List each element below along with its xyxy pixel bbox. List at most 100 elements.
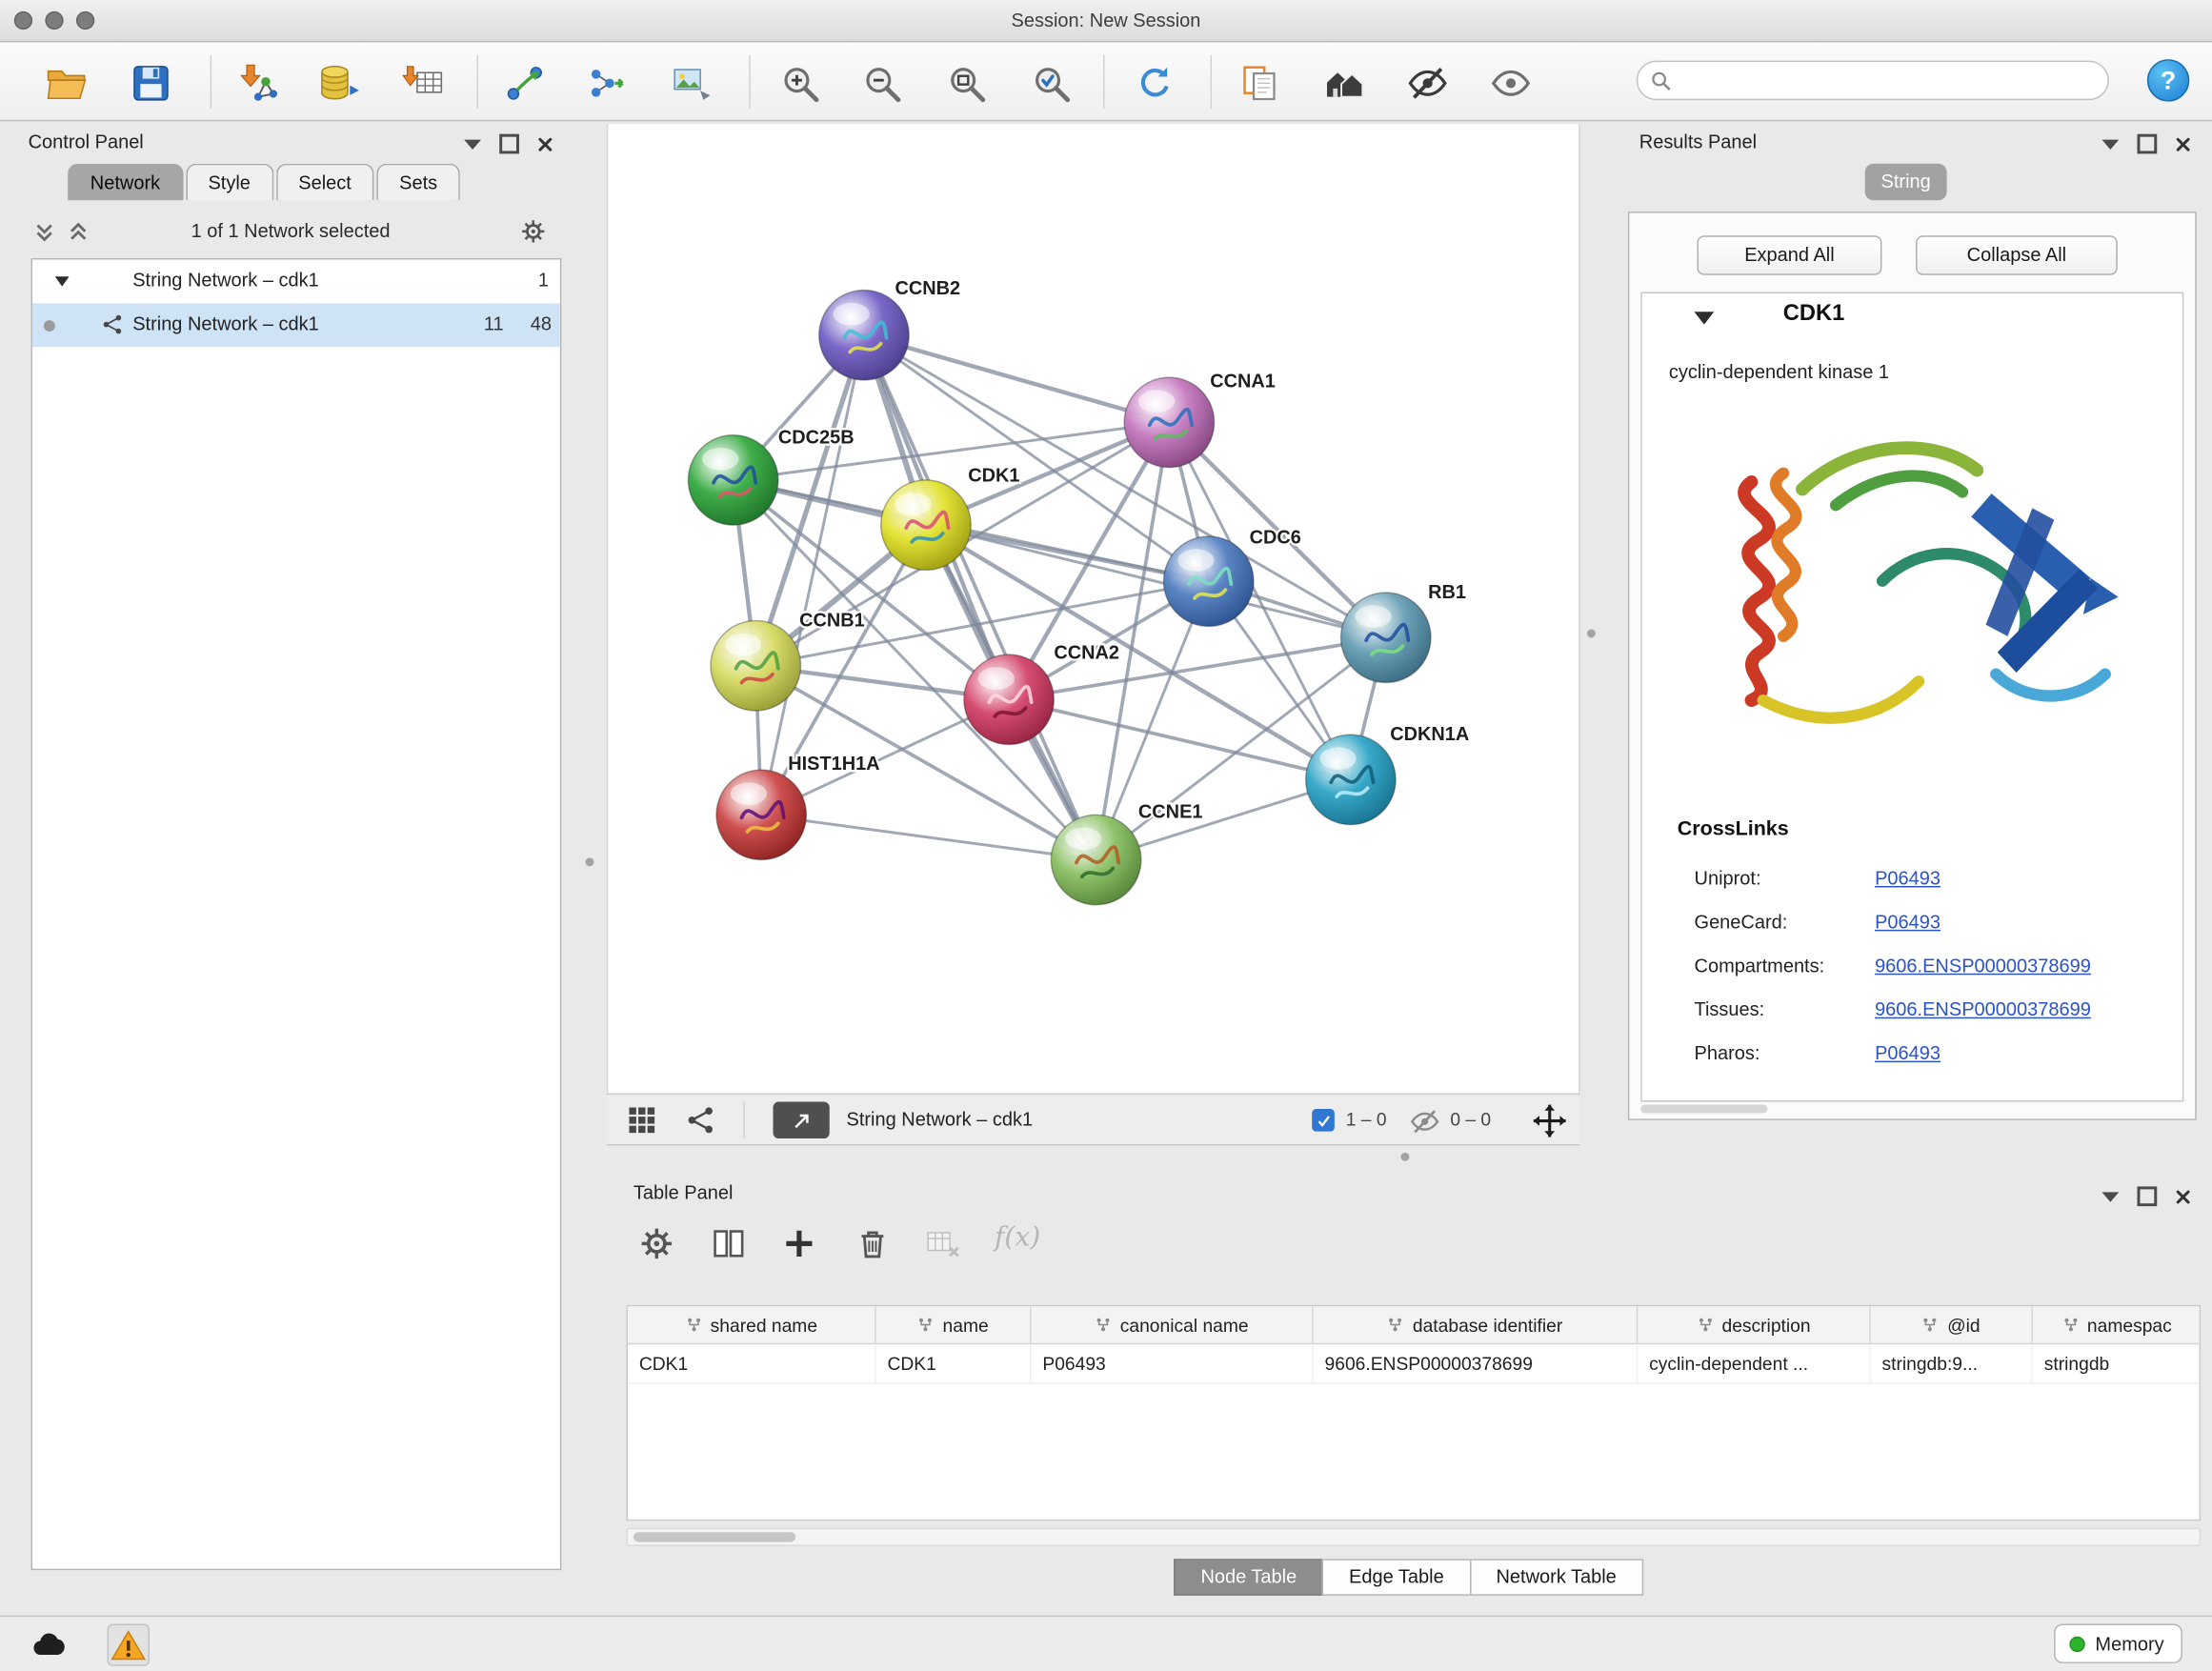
zoom-out-button[interactable] — [857, 59, 905, 107]
table-settings-gear-button[interactable] — [637, 1221, 679, 1263]
network-node-CCNB1[interactable] — [711, 621, 801, 712]
right-splitter-grip[interactable] — [1587, 629, 1596, 637]
crosslink-link[interactable]: P06493 — [1875, 912, 1941, 933]
table-hscrollbar[interactable] — [627, 1528, 2202, 1546]
network-edge[interactable] — [761, 815, 1096, 859]
crosslink-row: Uniprot:P06493 — [1642, 857, 2182, 901]
open-in-browser-button[interactable] — [774, 1102, 830, 1139]
graph-view-icon[interactable] — [686, 1105, 717, 1137]
network-options-gear-icon[interactable] — [519, 217, 548, 246]
tab-node-table[interactable]: Node Table — [1174, 1559, 1323, 1596]
crosslink-link[interactable]: 9606.ENSP00000378699 — [1875, 956, 2091, 976]
column-header-shared-name[interactable]: shared name — [628, 1306, 876, 1343]
pan-move-icon[interactable] — [1531, 1102, 1569, 1140]
results-scrollbar[interactable] — [1640, 1105, 1767, 1114]
panel-menu-icon[interactable] — [2101, 139, 2119, 149]
import-network-file-button[interactable] — [234, 59, 282, 107]
crosslink-link[interactable]: 9606.ENSP00000378699 — [1875, 998, 2091, 1019]
cloud-button[interactable] — [29, 1623, 70, 1665]
section-collapse-icon[interactable] — [1695, 312, 1715, 324]
home-button[interactable] — [1320, 59, 1368, 107]
tab-style[interactable]: Style — [186, 164, 273, 201]
save-session-button[interactable] — [127, 59, 174, 107]
delete-column-button[interactable] — [854, 1221, 895, 1263]
network-edge[interactable] — [761, 335, 864, 815]
network-node-HIST1H1A[interactable] — [716, 770, 807, 860]
expand-all-button[interactable]: Expand All — [1697, 235, 1881, 274]
column-header-database-identifier[interactable]: database identifier — [1314, 1306, 1639, 1343]
float-panel-icon[interactable] — [2138, 134, 2158, 154]
crosslink-link[interactable]: P06493 — [1875, 1042, 1941, 1063]
apply-layout-button[interactable] — [1132, 59, 1179, 107]
column-header-canonical-name[interactable]: canonical name — [1032, 1306, 1314, 1343]
import-table-button[interactable] — [399, 59, 447, 107]
column-header-@id[interactable]: @id — [1871, 1306, 2033, 1343]
table-row[interactable]: CDK1CDK1P064939606.ENSP00000378699cyclin… — [628, 1344, 2200, 1383]
add-column-button[interactable] — [780, 1221, 822, 1263]
delete-table-button-disabled[interactable] — [924, 1221, 966, 1263]
zoom-selected-button[interactable] — [1027, 59, 1075, 107]
selection-checkbox[interactable] — [1312, 1109, 1335, 1132]
panel-menu-icon[interactable] — [464, 139, 481, 149]
help-button[interactable]: ? — [2147, 59, 2189, 101]
show-columns-button[interactable] — [710, 1221, 752, 1263]
tab-string[interactable]: String — [1865, 164, 1947, 201]
network-node-CCNA1[interactable] — [1124, 377, 1215, 468]
network-edge[interactable] — [864, 335, 1169, 423]
tab-edge-table[interactable]: Edge Table — [1322, 1559, 1471, 1596]
float-panel-icon[interactable] — [499, 134, 519, 154]
tab-sets[interactable]: Sets — [376, 164, 459, 201]
network-share-icon — [102, 313, 125, 336]
network-node-label: HIST1H1A — [788, 754, 879, 775]
network-canvas[interactable]: CCNB2CCNA1CDC25BCDK1CDC6RB1CCNB1CCNA2CDK… — [607, 124, 1580, 1093]
left-splitter-grip[interactable] — [586, 857, 594, 866]
bottom-splitter-grip[interactable] — [1400, 1153, 1409, 1161]
document-copy-button[interactable] — [1236, 59, 1283, 107]
hide-selected-button[interactable] — [1403, 59, 1451, 107]
export-network-button[interactable] — [583, 59, 631, 107]
search-input[interactable] — [1672, 70, 2108, 91]
column-header-namespac[interactable]: namespac — [2033, 1306, 2201, 1343]
warnings-button[interactable] — [108, 1623, 150, 1665]
network-node-CDKN1A[interactable] — [1306, 735, 1397, 825]
import-network-database-button[interactable] — [314, 59, 362, 107]
tab-network-table[interactable]: Network Table — [1469, 1559, 1643, 1596]
birds-eye-view-icon[interactable] — [627, 1105, 658, 1137]
network-node-CCNE1[interactable] — [1051, 815, 1141, 905]
close-panel-icon[interactable] — [2175, 136, 2190, 151]
network-node-CCNA2[interactable] — [964, 654, 1055, 745]
control-panel: Control Panel NetworkStyleSelectSets 1 o… — [11, 124, 564, 1580]
collapse-all-button[interactable]: Collapse All — [1916, 235, 2118, 274]
network-edge[interactable] — [864, 335, 1096, 860]
network-edge[interactable] — [1009, 699, 1351, 779]
zoom-fit-button[interactable] — [942, 59, 990, 107]
external-link-icon — [791, 1110, 812, 1131]
close-panel-icon[interactable] — [537, 136, 553, 151]
tab-network[interactable]: Network — [68, 164, 183, 201]
show-hidden-button[interactable] — [1487, 59, 1535, 107]
network-node-RB1[interactable] — [1341, 593, 1432, 683]
network-row-selected[interactable]: String Network – cdk1 11 48 — [32, 303, 560, 347]
new-network-button[interactable] — [501, 59, 549, 107]
network-node-CDC6[interactable] — [1163, 536, 1254, 627]
float-panel-icon[interactable] — [2138, 1186, 2158, 1206]
tab-select[interactable]: Select — [276, 164, 374, 201]
column-header-name[interactable]: name — [876, 1306, 1032, 1343]
table-cell: cyclin-dependent ... — [1638, 1344, 1870, 1382]
panel-menu-icon[interactable] — [2101, 1192, 2119, 1201]
network-collection-row[interactable]: String Network – cdk1 1 — [32, 259, 560, 303]
hidden-eye-icon[interactable] — [1409, 1106, 1440, 1137]
network-node-CDC25B[interactable] — [688, 435, 778, 526]
function-builder-button-disabled[interactable]: f(x) — [995, 1221, 1040, 1253]
column-header-description[interactable]: description — [1638, 1306, 1870, 1343]
export-image-button[interactable] — [667, 59, 714, 107]
network-node-CCNB2[interactable] — [819, 291, 910, 381]
network-node-CDK1[interactable] — [881, 480, 972, 571]
memory-button[interactable]: Memory — [2054, 1623, 2182, 1662]
crosslink-link[interactable]: P06493 — [1875, 868, 1941, 889]
table-hscrollbar-thumb[interactable] — [633, 1532, 795, 1541]
open-session-button[interactable] — [42, 59, 90, 107]
close-panel-icon[interactable] — [2175, 1189, 2190, 1204]
collection-expand-icon[interactable] — [55, 276, 70, 286]
zoom-in-button[interactable] — [775, 59, 823, 107]
